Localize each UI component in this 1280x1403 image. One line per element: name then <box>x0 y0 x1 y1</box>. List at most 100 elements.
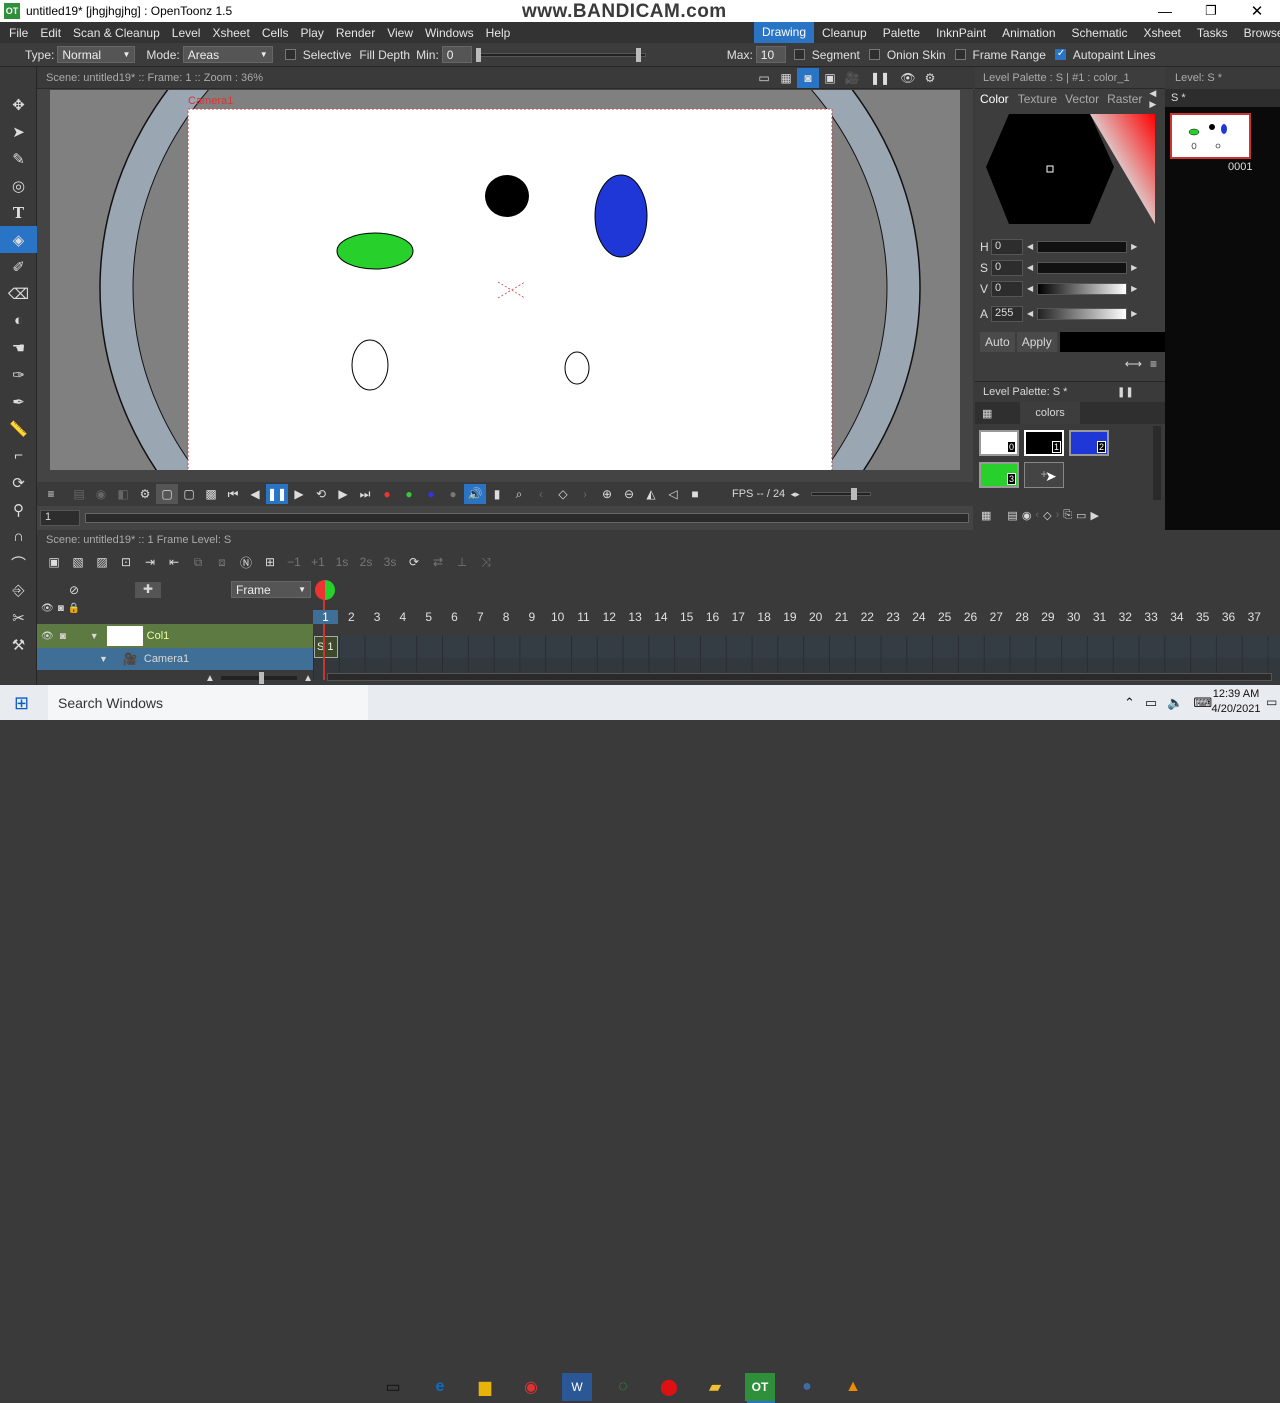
lock-icon[interactable]: 🔒 <box>68 603 80 614</box>
menu-edit[interactable]: Edit <box>34 26 67 40</box>
ruler-tool-icon[interactable]: 📏 <box>0 415 37 442</box>
room-cleanup[interactable]: Cleanup <box>814 26 875 40</box>
new-raster-level-icon[interactable]: ▨ <box>91 552 113 572</box>
frame-zoom-combo[interactable]: Frame ▼ <box>231 581 311 598</box>
menu-file[interactable]: File <box>3 26 34 40</box>
opentoonz-taskbar-icon[interactable]: OT <box>745 1373 775 1401</box>
control-point-editor-icon[interactable]: ⌐ <box>0 442 37 469</box>
save-icon[interactable]: ▤ <box>68 484 90 504</box>
swing-icon[interactable]: ⊞ <box>259 552 281 572</box>
reframe-2s-icon[interactable]: 2s <box>355 552 377 572</box>
expand-icon[interactable]: ⟷ <box>1125 357 1142 371</box>
new-toonz-raster-level-icon[interactable]: ▧ <box>67 552 89 572</box>
key-icon[interactable]: ◇ <box>552 484 574 504</box>
rgb-picker-icon[interactable]: ✒ <box>0 388 37 415</box>
frame-slider[interactable] <box>85 513 969 523</box>
style-chip-2[interactable]: 2 <box>1069 430 1109 456</box>
compare-icon[interactable]: ◧ <box>112 484 134 504</box>
grid-icon[interactable]: ▦ <box>981 509 991 522</box>
tab-vector[interactable]: Vector <box>1061 92 1103 106</box>
frame-number[interactable]: 20 <box>803 610 828 624</box>
preview-toggle-icon[interactable]: 👁 <box>37 631 54 642</box>
type-combo[interactable]: Normal ▼ <box>57 46 136 63</box>
tape-tool-icon[interactable]: ◐ <box>0 307 37 334</box>
finger-tool-icon[interactable]: ☚ <box>0 334 37 361</box>
reframe-icon[interactable]: ⊡ <box>115 552 137 572</box>
fps-stepper[interactable]: ◂▸ <box>785 484 805 504</box>
frame-number[interactable]: 26 <box>958 610 983 624</box>
frame-number[interactable]: 12 <box>597 610 622 624</box>
geometric-tool-icon[interactable]: ◎ <box>0 172 37 199</box>
duplicate-icon[interactable]: ⧉ <box>187 552 209 572</box>
minimize-icon[interactable]: — <box>1142 3 1188 19</box>
frame-number[interactable]: 36 <box>1216 610 1241 624</box>
increase-step-icon[interactable]: +1 <box>307 552 329 572</box>
word-icon[interactable]: W <box>562 1373 592 1401</box>
frame-number[interactable]: 16 <box>700 610 725 624</box>
frame-number[interactable]: 3 <box>365 610 390 624</box>
scroll-right-icon[interactable]: ▶ <box>1090 509 1098 522</box>
exposed-cell[interactable]: S 1 <box>314 636 338 658</box>
selective-checkbox[interactable] <box>284 49 296 60</box>
folder-icon[interactable]: ▰ <box>700 1373 730 1401</box>
frame-number[interactable]: 18 <box>752 610 777 624</box>
preview-eye-icon[interactable]: 👁 <box>897 68 919 88</box>
camera-layer-name[interactable]: Camera1 <box>144 653 189 665</box>
random-icon[interactable]: ⇄ <box>427 552 449 572</box>
layer-row-camera[interactable]: ▼ 🎥 Camera1 <box>37 648 313 670</box>
new-window-icon[interactable]: ▭ <box>1076 509 1086 522</box>
loop-icon[interactable]: ⟲ <box>310 484 332 504</box>
style-chip-0[interactable]: 0 <box>979 430 1019 456</box>
key-icon[interactable]: ◇ <box>1043 509 1051 522</box>
bandicam-icon[interactable]: ⬤ <box>654 1373 684 1401</box>
room-browser[interactable]: Browser <box>1236 26 1280 40</box>
autopaint-checkbox[interactable] <box>1054 48 1066 60</box>
remove-frame-icon[interactable]: ⇤ <box>163 552 185 572</box>
camstand-toggle-icon[interactable]: ◙ <box>58 603 64 614</box>
room-animation[interactable]: Animation <box>994 26 1063 40</box>
new-style-chip[interactable]: + <box>1024 462 1064 488</box>
menu-xsheet[interactable]: Xsheet <box>206 26 255 40</box>
frame-number[interactable]: 24 <box>906 610 931 624</box>
frame-number[interactable]: 10 <box>545 610 570 624</box>
last-frame-icon[interactable]: ⏭ <box>354 484 376 504</box>
frame-number[interactable]: 2 <box>339 610 364 624</box>
frame-number[interactable]: 14 <box>648 610 673 624</box>
menu-help[interactable]: Help <box>480 26 517 40</box>
frame-number[interactable]: 13 <box>623 610 648 624</box>
room-inknpaint[interactable]: InknPaint <box>928 26 994 40</box>
alpha-field[interactable]: 255 <box>991 305 1023 322</box>
frame-number[interactable]: 33 <box>1139 610 1164 624</box>
grid-icon[interactable]: ▦ <box>775 68 797 88</box>
frame-number[interactable]: 28 <box>1010 610 1035 624</box>
chrome-icon[interactable]: ◉ <box>516 1373 546 1401</box>
flip-h-icon[interactable]: ◭ <box>640 484 662 504</box>
auto-button[interactable]: Auto <box>980 332 1015 352</box>
chevron-right-icon[interactable]: ▶ <box>1131 263 1137 272</box>
windows-start-icon[interactable]: ⊞ <box>14 693 29 714</box>
menu-view[interactable]: View <box>381 26 419 40</box>
taskbar-search-box[interactable]: Search Windows <box>48 685 368 720</box>
layer-name[interactable]: Col1 <box>147 630 170 642</box>
task-view-icon[interactable]: ▭ <box>378 1373 408 1401</box>
paint-brush-tool-icon[interactable]: ✐ <box>0 253 37 280</box>
camstand-toggle-icon[interactable]: ◙ <box>54 631 66 642</box>
mode-combo[interactable]: Areas ▼ <box>182 46 273 63</box>
new-vector-level-icon[interactable]: ▣ <box>43 552 65 572</box>
timeline-zoom-slider[interactable] <box>220 672 298 684</box>
next-key-icon[interactable]: › <box>574 484 596 504</box>
zoom-out-icon[interactable]: ▲ <box>205 673 215 684</box>
prev-frame-icon[interactable]: ◀ <box>244 484 266 504</box>
menu-play[interactable]: Play <box>294 26 329 40</box>
clock[interactable]: 12:39 AM 4/20/2021 <box>1210 687 1262 717</box>
notifications-icon[interactable]: ▭ <box>1266 695 1277 709</box>
green-channel-icon[interactable]: ● <box>398 484 420 504</box>
next-frame-icon[interactable]: ▶ <box>332 484 354 504</box>
sound-icon[interactable]: 🔊 <box>464 484 486 504</box>
black-bg-icon[interactable]: ▢ <box>178 484 200 504</box>
frame-number[interactable]: 9 <box>519 610 544 624</box>
reverse-icon[interactable]: Ⓝ <box>235 552 257 572</box>
timeline-hscrollbar[interactable] <box>327 673 1272 681</box>
level-frame-thumbnail[interactable] <box>1170 113 1251 159</box>
alpha-slider[interactable] <box>1037 307 1128 320</box>
